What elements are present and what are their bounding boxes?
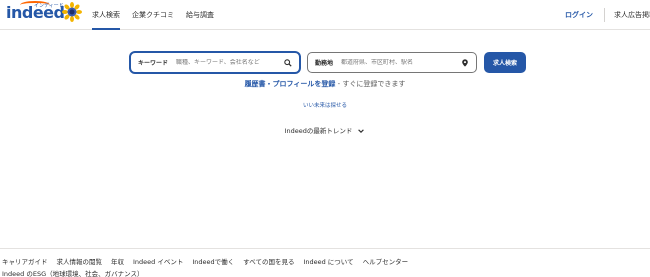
top-header: indeed インディード 求人検索 企業クチコミ 給与調査 ログイン 求人広告…: [0, 0, 650, 30]
footer-link-career-guide[interactable]: キャリアガイド: [2, 256, 48, 266]
register-link[interactable]: 履歴書・プロフィールを登録: [245, 80, 336, 88]
header-right: ログイン 求人広告掲載: [565, 0, 650, 30]
future-link: いい未来は探せる: [0, 101, 650, 109]
location-label: 勤務地: [315, 60, 334, 67]
trend-toggle[interactable]: Indeedの最新トレンド: [285, 127, 366, 135]
logo-subtext: インディード: [34, 3, 64, 9]
future-link-text[interactable]: いい未来は探せる: [303, 103, 347, 109]
keyword-search-box[interactable]: キーワード: [130, 52, 300, 73]
indeed-logo[interactable]: indeed インディード: [6, 1, 65, 23]
register-text: - すぐに登録できます: [335, 80, 406, 88]
location-search-box[interactable]: 勤務地: [307, 52, 477, 73]
register-line: 履歴書・プロフィールを登録 - すぐに登録できます: [0, 79, 650, 89]
login-link[interactable]: ログイン: [565, 10, 593, 20]
footer-link-browse-jobs[interactable]: 求人情報の閲覧: [57, 256, 103, 266]
footer-link-events[interactable]: Indeed イベント: [133, 256, 183, 266]
trend-label: Indeedの最新トレンド: [284, 127, 353, 135]
header-divider: [604, 8, 605, 22]
keyword-label: キーワード: [138, 60, 169, 67]
location-pin-icon: [462, 59, 468, 67]
sunflower-icon[interactable]: [62, 2, 82, 22]
footer-link-help[interactable]: ヘルプセンター: [363, 256, 409, 266]
footer-link-about[interactable]: Indeed について: [303, 256, 353, 266]
chevron-down-icon: [358, 129, 365, 133]
footer: キャリアガイド 求人情報の閲覧 年収 Indeed イベント Indeedで働く…: [0, 248, 650, 277]
job-search-button[interactable]: 求人検索: [484, 52, 526, 73]
trend-section: Indeedの最新トレンド: [0, 125, 650, 135]
location-input[interactable]: [341, 59, 447, 66]
footer-link-esg[interactable]: Indeed のESG（地球環境、社会、ガバナンス）: [2, 268, 144, 277]
keyword-input[interactable]: [176, 59, 282, 66]
search-icon: [284, 59, 292, 67]
main-nav: 求人検索 企業クチコミ 給与調査: [92, 0, 226, 30]
nav-job-search[interactable]: 求人検索: [92, 0, 120, 30]
footer-link-work-at-indeed[interactable]: Indeedで働く: [192, 256, 234, 266]
footer-esg-row: Indeed のESG（地球環境、社会、ガバナンス）: [2, 268, 153, 277]
nav-company-reviews[interactable]: 企業クチコミ: [132, 0, 174, 30]
nav-salary[interactable]: 給与調査: [186, 0, 214, 30]
footer-link-all-countries[interactable]: すべての国を見る: [243, 256, 294, 266]
footer-links: キャリアガイド 求人情報の閲覧 年収 Indeed イベント Indeedで働く…: [2, 256, 417, 266]
footer-link-salary[interactable]: 年収: [111, 256, 124, 266]
employer-link[interactable]: 求人広告掲載: [614, 10, 650, 20]
